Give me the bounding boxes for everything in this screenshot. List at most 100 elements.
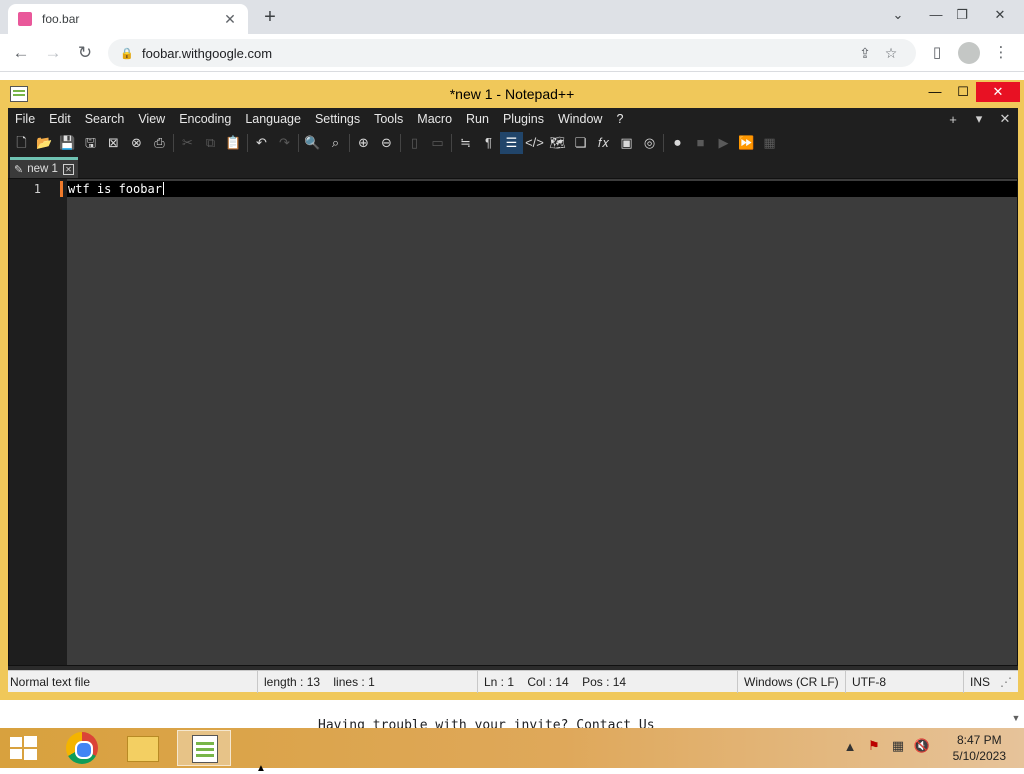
browser-menu-icon[interactable]: ⋮ <box>988 40 1014 66</box>
document-list-icon[interactable]: ❏ <box>569 132 592 154</box>
zoom-in-icon[interactable]: ⊕ <box>352 132 375 154</box>
tab-search-icon[interactable]: ⌄ <box>884 2 912 28</box>
menu-view[interactable]: View <box>131 108 172 130</box>
status-encoding[interactable]: UTF-8 <box>846 670 964 693</box>
show-all-characters-icon[interactable]: ¶ <box>477 132 500 154</box>
indent-guide-icon[interactable]: ☰ <box>500 132 523 154</box>
document-tab-label[interactable]: new 1 <box>27 163 63 175</box>
find-icon[interactable]: 🔍 <box>301 132 324 154</box>
modified-pencil-icon: ✎ <box>14 163 24 176</box>
new-file-icon[interactable]: 🗋 <box>10 132 33 154</box>
status-insert-mode[interactable]: INS <box>964 671 998 693</box>
network-icon[interactable]: ▦ <box>886 738 910 754</box>
editor-line-text[interactable]: wtf is foobar <box>68 182 162 196</box>
url-text[interactable]: foobar.withgoogle.com <box>142 46 852 61</box>
taskbar-clock[interactable]: 8:47 PM 5/10/2023 <box>953 732 1006 764</box>
notepadpp-titlebar[interactable]: *new 1 - Notepad++ — ☐ ✕ <box>0 80 1024 108</box>
run-macro-multiple-icon[interactable]: ⏩ <box>735 132 758 154</box>
redo-icon[interactable]: ↷ <box>273 132 296 154</box>
menu-help[interactable]: ? <box>609 108 630 130</box>
play-macro-icon[interactable]: ▶ <box>712 132 735 154</box>
menu-encoding[interactable]: Encoding <box>172 108 238 130</box>
save-all-icon[interactable]: 🖫 <box>79 132 102 154</box>
record-macro-icon[interactable]: ⏺ <box>666 132 689 154</box>
document-tab-close-icon[interactable]: ✕ <box>63 163 74 175</box>
folder-as-workspace-icon[interactable]: ▣ <box>615 132 638 154</box>
function-list-icon[interactable]: 𝑓𝑥 <box>592 132 615 154</box>
address-bar[interactable]: 🔒 foobar.withgoogle.com ⇪ ☆ <box>108 39 916 67</box>
sync-horizontal-scroll-icon[interactable]: ▭ <box>426 132 449 154</box>
file-explorer-icon <box>127 736 159 762</box>
npp-maximize-button[interactable]: ☐ <box>948 82 978 102</box>
reload-button[interactable]: ↻ <box>72 40 98 66</box>
mouse-pointer-icon: ▲ <box>256 763 266 774</box>
text-editor[interactable]: 1 wtf is foobar <box>8 178 1018 666</box>
monitoring-icon[interactable]: ◎ <box>638 132 661 154</box>
print-icon[interactable]: ⎙ <box>148 132 171 154</box>
clock-date: 5/10/2023 <box>952 749 1006 763</box>
menu-file[interactable]: File <box>8 108 42 130</box>
restore-window-button[interactable]: ❐ <box>948 2 976 28</box>
side-panel-icon[interactable]: ▯ <box>924 40 950 66</box>
new-tab-button[interactable]: + <box>258 5 282 29</box>
document-tab-bar: ✎ new 1 ✕ <box>8 156 1018 178</box>
npp-close-button[interactable]: ✕ <box>976 82 1020 102</box>
share-icon[interactable]: ⇪ <box>852 45 878 62</box>
close-document-icon[interactable]: ✕ <box>992 111 1018 127</box>
back-button[interactable]: ← <box>8 40 34 66</box>
menu-run[interactable]: Run <box>459 108 496 130</box>
language-xml-icon[interactable]: </> <box>523 132 546 154</box>
npp-minimize-button[interactable]: — <box>920 82 950 102</box>
paste-icon[interactable]: 📋 <box>222 132 245 154</box>
close-file-icon[interactable]: ⊠ <box>102 132 125 154</box>
line-number-gutter[interactable]: 1 <box>9 179 67 665</box>
forward-button[interactable]: → <box>40 40 66 66</box>
status-col: Col : 14 <box>527 674 569 689</box>
menu-plugins[interactable]: Plugins <box>496 108 551 130</box>
menu-window[interactable]: Window <box>551 108 609 130</box>
bookmark-star-icon[interactable]: ☆ <box>878 45 904 62</box>
zoom-out-icon[interactable]: ⊖ <box>375 132 398 154</box>
undo-icon[interactable]: ↶ <box>250 132 273 154</box>
resize-grip-icon[interactable]: ⋰ <box>998 675 1014 689</box>
close-all-icon[interactable]: ⊗ <box>125 132 148 154</box>
new-document-plus-icon[interactable]: + <box>940 112 966 127</box>
window-title: *new 1 - Notepad++ <box>449 86 575 102</box>
menu-settings[interactable]: Settings <box>308 108 367 130</box>
tab-list-dropdown-icon[interactable]: ▾ <box>966 111 992 127</box>
cut-icon[interactable]: ✂ <box>176 132 199 154</box>
status-ln: Ln : 1 <box>484 674 515 689</box>
scroll-down-arrow-icon[interactable]: ▼ <box>1008 708 1024 728</box>
save-macro-icon[interactable]: ▦ <box>758 132 781 154</box>
start-button[interactable] <box>8 736 38 760</box>
lock-icon[interactable]: 🔒 <box>120 47 134 60</box>
replace-icon[interactable]: ⌕ <box>324 132 347 154</box>
menu-macro[interactable]: Macro <box>410 108 459 130</box>
show-hidden-icons-icon[interactable]: ▲ <box>838 739 862 754</box>
word-wrap-icon[interactable]: ≒ <box>454 132 477 154</box>
profile-avatar[interactable] <box>958 42 980 64</box>
browser-tab[interactable]: foo.bar ✕ <box>8 4 248 34</box>
open-file-icon[interactable]: 📂 <box>33 132 56 154</box>
taskbar-chrome[interactable] <box>54 730 108 766</box>
action-center-flag-icon[interactable]: ⚑ <box>862 738 886 754</box>
editor-line-1[interactable]: wtf is foobar <box>68 181 164 197</box>
status-eol[interactable]: Windows (CR LF) <box>738 670 846 693</box>
save-icon[interactable]: 💾 <box>56 132 79 154</box>
minimize-window-button[interactable]: — <box>922 2 950 28</box>
stop-recording-icon[interactable]: ■ <box>689 132 712 154</box>
taskbar-notepadpp[interactable] <box>177 730 231 766</box>
menu-edit[interactable]: Edit <box>42 108 78 130</box>
document-tab-new-1[interactable]: ✎ new 1 ✕ <box>10 157 78 178</box>
menu-language[interactable]: Language <box>238 108 308 130</box>
volume-muted-icon[interactable]: 🔇 <box>910 738 934 754</box>
close-window-button[interactable]: ✕ <box>986 2 1014 28</box>
current-line-highlight <box>67 181 1017 197</box>
tab-close-icon[interactable]: ✕ <box>222 11 238 28</box>
taskbar-file-explorer[interactable] <box>115 730 169 766</box>
menu-tools[interactable]: Tools <box>367 108 410 130</box>
copy-icon[interactable]: ⧉ <box>199 132 222 154</box>
document-map-icon[interactable]: 🗺 <box>546 132 569 154</box>
menu-search[interactable]: Search <box>78 108 132 130</box>
sync-vertical-scroll-icon[interactable]: ▯ <box>403 132 426 154</box>
